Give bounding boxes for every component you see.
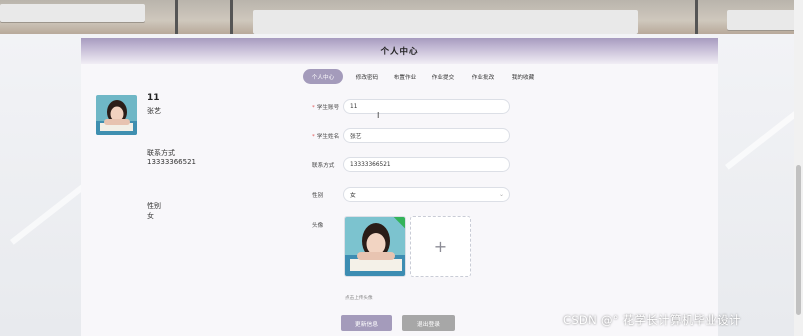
page-title: 个人中心 [380, 47, 419, 57]
watermark: CSDN @° 花学长计算机毕业设计 [563, 313, 741, 327]
required-mark: * [312, 105, 315, 111]
chevron-down-icon: ⌄ [498, 191, 504, 198]
background-photo [0, 0, 803, 34]
phone-label: 联系方式 [312, 163, 335, 169]
avatar-label: 头像 [312, 223, 324, 229]
account-label: * 学生账号 [312, 103, 339, 111]
gender-select[interactable]: 女 ⌄ [343, 187, 510, 202]
account-label-text: 学生账号 [316, 105, 340, 111]
profile-account: 11 [147, 93, 160, 103]
name-label: * 学生姓名 [312, 132, 339, 140]
gender-label: 性别 [312, 193, 324, 199]
name-label-text: 学生姓名 [316, 134, 340, 140]
tab-assign-homework[interactable]: 布置作业 [385, 69, 425, 84]
profile-contact-value: 13333366521 [147, 158, 196, 166]
text-cursor-icon: I [377, 111, 380, 120]
account-input[interactable]: 11 [343, 99, 510, 114]
tab-change-password[interactable]: 修改密码 [347, 69, 387, 84]
profile-name: 张艺 [147, 107, 161, 115]
tab-submit-homework[interactable]: 作业提交 [423, 69, 463, 84]
tab-grade-homework[interactable]: 作业批改 [463, 69, 503, 84]
panel-header: 个人中心 [81, 38, 718, 64]
name-input[interactable]: 张艺 [343, 128, 510, 143]
avatar-preview[interactable] [344, 216, 406, 277]
tab-my-favorites[interactable]: 我的收藏 [503, 69, 543, 84]
tab-personal-center[interactable]: 个人中心 [303, 69, 343, 84]
update-info-button[interactable]: 更新信息 [341, 315, 392, 331]
upload-hint: 点击上传头像 [345, 296, 373, 301]
gender-select-value: 女 [350, 193, 356, 199]
plus-icon: + [433, 237, 448, 256]
avatar [96, 95, 137, 135]
logout-button[interactable]: 退出登录 [402, 315, 455, 331]
required-mark: * [312, 134, 315, 140]
avatar-upload-button[interactable]: + [410, 216, 471, 277]
scrollbar-thumb[interactable] [796, 165, 801, 315]
profile-contact-label: 联系方式 [147, 149, 175, 157]
profile-gender-value: 女 [147, 212, 154, 220]
phone-input[interactable]: 13333366521 [343, 157, 510, 172]
profile-gender-label: 性别 [147, 202, 161, 210]
